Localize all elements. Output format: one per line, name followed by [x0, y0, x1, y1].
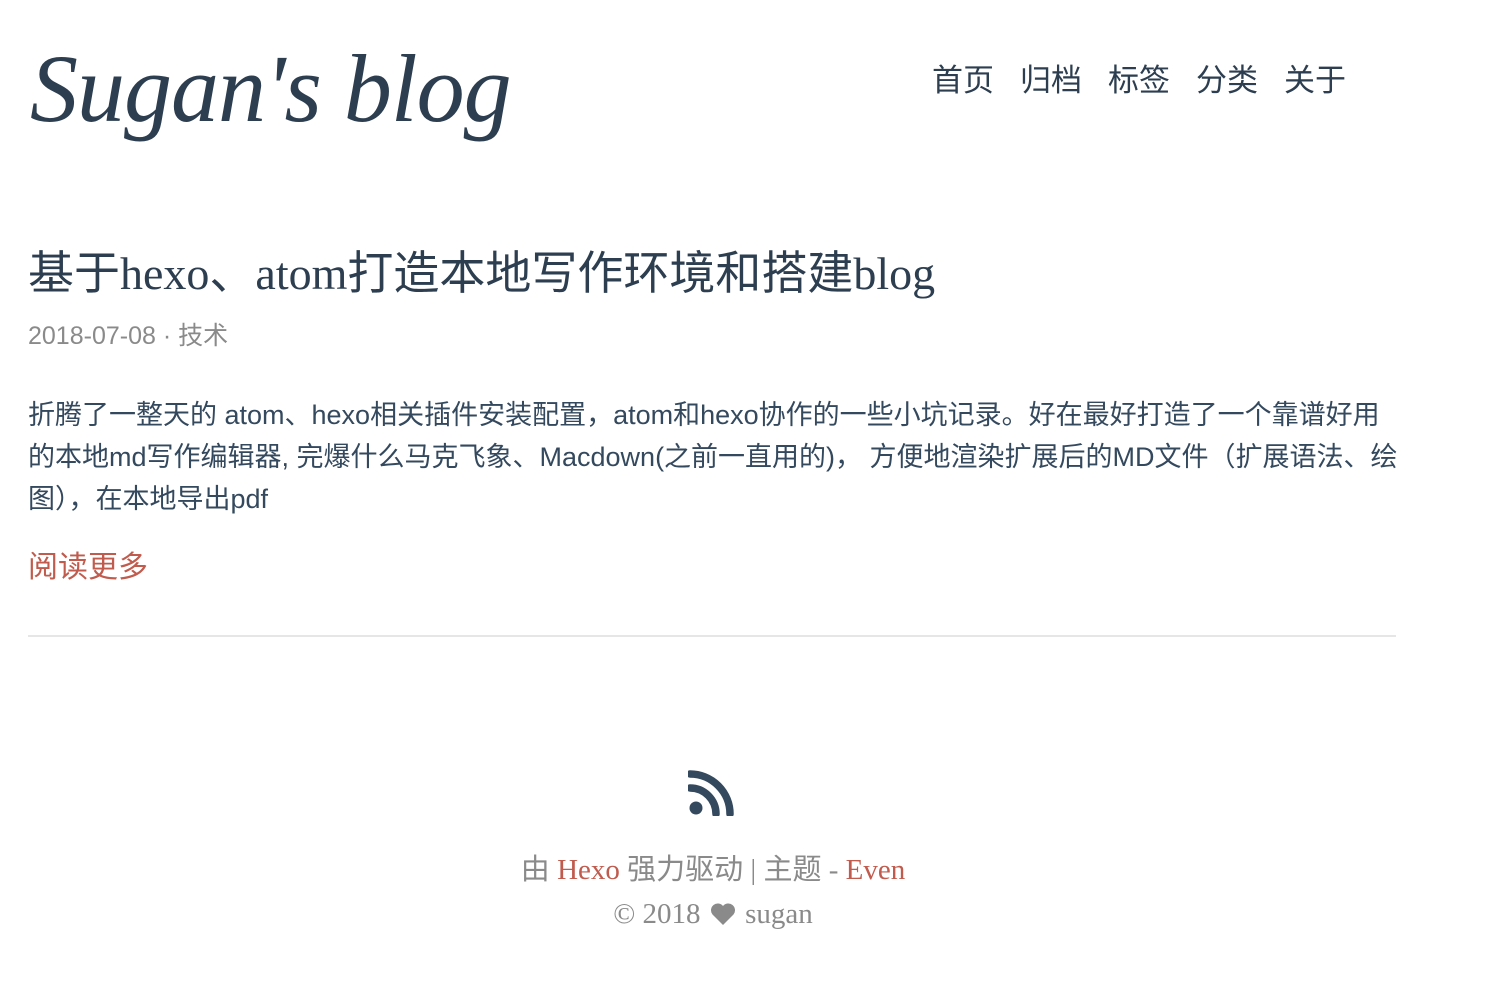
post-meta: 2018-07-08 · 技术 [28, 320, 228, 353]
meta-separator: · [162, 322, 172, 350]
nav-categories[interactable]: 分类 [1196, 62, 1258, 99]
hexo-link[interactable]: Hexo [557, 854, 620, 886]
author-name: sugan [745, 898, 813, 930]
footer-copyright: © 2018 sugan [0, 896, 1426, 934]
page: Sugan's blog 首页 归档 标签 分类 关于 基于hexo、atom打… [0, 0, 1496, 988]
theme-link[interactable]: Even [846, 854, 906, 886]
copyright-text: © 2018 [613, 898, 701, 930]
powered-suffix: 强力驱动 | 主题 - [627, 854, 839, 886]
nav-tags[interactable]: 标签 [1108, 62, 1170, 99]
nav-archive[interactable]: 归档 [1020, 62, 1082, 99]
powered-prefix: 由 [520, 854, 550, 886]
nav-about[interactable]: 关于 [1284, 62, 1346, 99]
nav-home[interactable]: 首页 [932, 62, 994, 99]
rss-icon[interactable] [686, 770, 734, 818]
main-nav: 首页 归档 标签 分类 关于 [932, 62, 1346, 99]
read-more-link[interactable]: 阅读更多 [28, 548, 148, 587]
post-summary: 折腾了一整天的 atom、hexo相关插件安装配置，atom和hexo协作的一些… [28, 400, 1398, 514]
footer-powered: 由 Hexo 强力驱动 | 主题 - Even [0, 852, 1426, 890]
heart-icon [710, 899, 736, 925]
site-logo[interactable]: Sugan's blog [30, 36, 512, 142]
post-date: 2018-07-08 [28, 322, 156, 350]
post-category[interactable]: 技术 [178, 322, 228, 350]
post-title[interactable]: 基于hexo、atom打造本地写作环境和搭建blog [28, 246, 935, 301]
post-divider [28, 635, 1396, 637]
